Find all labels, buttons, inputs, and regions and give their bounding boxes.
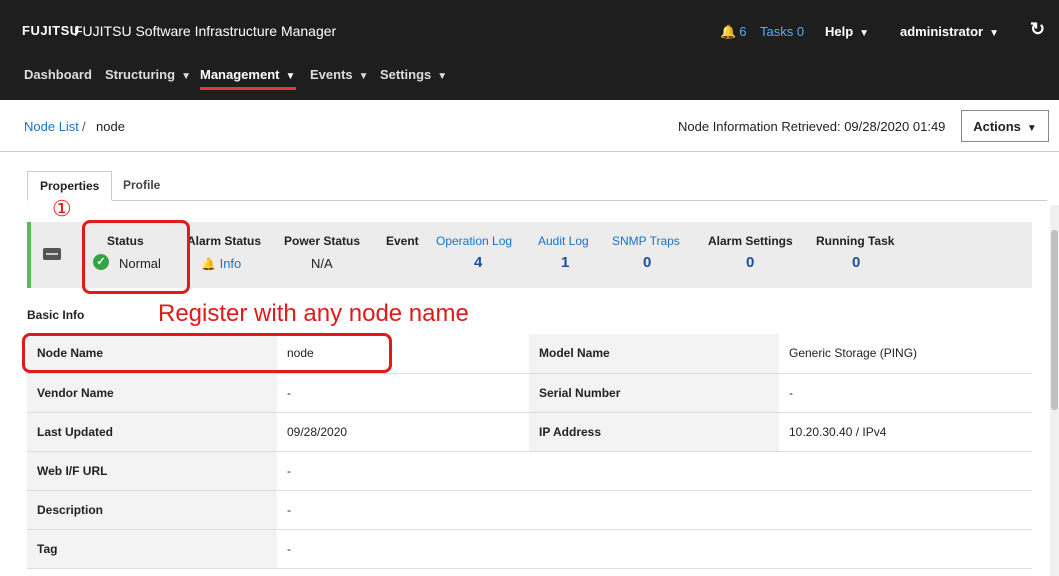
empty-cell xyxy=(529,529,1032,569)
top-header: FUJITSU FUJITSU Software Infrastructure … xyxy=(0,0,1059,100)
tab-profile[interactable]: Profile xyxy=(111,171,172,201)
chevron-down-icon: ▼ xyxy=(989,28,999,39)
basic-info-title: Basic Info xyxy=(27,308,85,322)
user-menu[interactable]: administrator ▼ xyxy=(900,24,999,39)
annotation-marker: ① xyxy=(52,196,72,221)
app-title: FUJITSU Software Infrastructure Manager xyxy=(74,23,337,39)
alarm-indicator[interactable]: 🔔 6 xyxy=(720,24,746,40)
serial-number-value: - xyxy=(779,373,1032,413)
alarm-bell-icon: 🔔 xyxy=(720,24,737,39)
annotation-node-name-box xyxy=(22,333,392,373)
breadcrumb: Node List / node Node Information Retrie… xyxy=(0,100,1059,152)
power-status-header: Power Status xyxy=(284,234,361,248)
power-status-value: N/A xyxy=(311,256,333,271)
chevron-down-icon: ▼ xyxy=(859,28,870,39)
table-row: Tag - xyxy=(27,529,1032,569)
tag-key: Tag xyxy=(27,529,277,569)
vendor-name-key: Vendor Name xyxy=(27,373,277,413)
running-task-header: Running Task xyxy=(816,234,895,248)
help-menu[interactable]: Help ▼ xyxy=(825,24,869,39)
model-name-value: Generic Storage (PING) xyxy=(779,334,1032,374)
actions-label: Actions xyxy=(973,119,1021,134)
nav-label: Management xyxy=(200,67,280,82)
audit-log-count[interactable]: 1 xyxy=(561,254,569,271)
chevron-down-icon: ▼ xyxy=(181,71,191,82)
storage-device-icon xyxy=(43,248,61,260)
scrollbar-thumb[interactable] xyxy=(1051,230,1058,410)
nav-management[interactable]: Management ▼ xyxy=(200,67,295,82)
serial-number-key: Serial Number xyxy=(529,373,779,413)
description-key: Description xyxy=(27,490,277,530)
tab-bar: Properties Profile xyxy=(27,171,1047,201)
annotation-text: Register with any node name xyxy=(158,300,469,327)
tag-value: - xyxy=(277,529,529,569)
web-url-key: Web I/F URL xyxy=(27,451,277,491)
ip-address-key: IP Address xyxy=(529,412,779,452)
snmp-traps-count[interactable]: 0 xyxy=(643,254,651,271)
chevron-down-icon: ▼ xyxy=(437,71,448,82)
chevron-down-icon: ▼ xyxy=(358,71,369,82)
bell-icon: 🔔 xyxy=(201,257,216,271)
running-task-count[interactable]: 0 xyxy=(852,254,860,271)
nav-structuring[interactable]: Structuring ▼ xyxy=(105,67,191,82)
nav-events[interactable]: Events ▼ xyxy=(310,67,369,82)
help-label: Help xyxy=(825,24,854,39)
user-label: administrator xyxy=(900,24,984,39)
alarm-status-header: Alarm Status xyxy=(187,234,262,248)
nav-label: Settings xyxy=(380,67,432,82)
breadcrumb-node-list[interactable]: Node List xyxy=(24,119,79,134)
alarm-settings-header: Alarm Settings xyxy=(708,234,793,248)
snmp-traps-link[interactable]: SNMP Traps xyxy=(612,234,680,248)
empty-cell xyxy=(529,490,1032,530)
alarm-status-value[interactable]: 🔔 Info xyxy=(201,256,241,271)
model-name-key: Model Name xyxy=(529,334,779,374)
chevron-down-icon: ▼ xyxy=(1026,123,1037,134)
chevron-down-icon: ▼ xyxy=(285,71,296,82)
empty-cell xyxy=(529,451,1032,491)
operation-log-link[interactable]: Operation Log xyxy=(436,234,512,248)
web-url-value: - xyxy=(277,451,529,491)
table-row: Vendor Name - Serial Number - xyxy=(27,373,1032,413)
last-updated-key: Last Updated xyxy=(27,412,277,452)
nav-settings[interactable]: Settings ▼ xyxy=(380,67,447,82)
last-updated-value: 09/28/2020 xyxy=(277,412,529,452)
alarm-status-label: Info xyxy=(219,256,242,271)
description-value: - xyxy=(277,490,529,530)
annotation-status-box xyxy=(82,220,190,294)
retrieved-timestamp: Node Information Retrieved: 09/28/2020 0… xyxy=(678,119,946,134)
table-row: Last Updated 09/28/2020 IP Address 10.20… xyxy=(27,412,1032,452)
alarm-count: 6 xyxy=(739,24,747,39)
active-nav-underline xyxy=(200,87,296,90)
nav-label: Structuring xyxy=(105,67,176,82)
operation-log-count[interactable]: 4 xyxy=(474,254,482,271)
fujitsu-logo: FUJITSU xyxy=(22,23,80,38)
table-row: Web I/F URL - xyxy=(27,451,1032,491)
table-row: Description - xyxy=(27,490,1032,530)
nav-dashboard[interactable]: Dashboard xyxy=(24,67,92,82)
breadcrumb-separator: / xyxy=(82,119,86,134)
actions-button[interactable]: Actions ▼ xyxy=(961,110,1049,142)
nav-label: Events xyxy=(310,67,353,82)
refresh-icon[interactable]: ↻ xyxy=(1030,19,1045,40)
main-nav: Dashboard Structuring ▼ Management ▼ Event… xyxy=(0,64,1059,94)
breadcrumb-current: node xyxy=(96,119,125,134)
ip-address-value: 10.20.30.40 / IPv4 xyxy=(779,412,1032,452)
tasks-link[interactable]: Tasks 0 xyxy=(760,24,804,39)
alarm-settings-count[interactable]: 0 xyxy=(746,254,754,271)
audit-log-link[interactable]: Audit Log xyxy=(538,234,589,248)
event-header: Event xyxy=(386,234,419,248)
vendor-name-value: - xyxy=(277,373,529,413)
